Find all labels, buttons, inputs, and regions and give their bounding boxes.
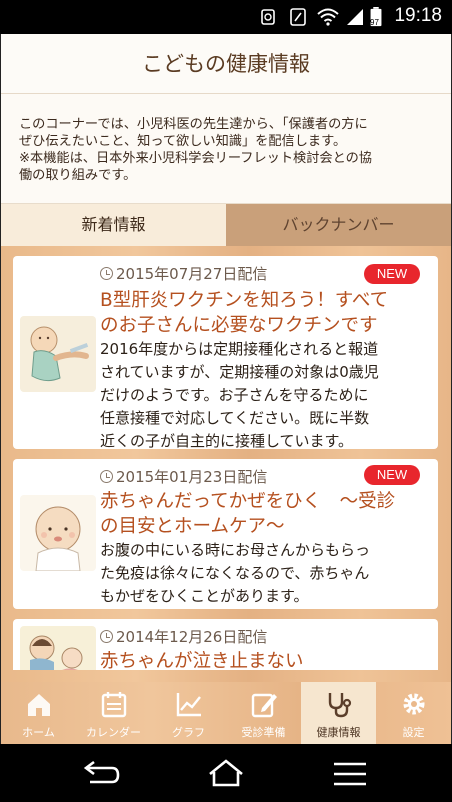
intro-text: このコーナーでは、小児科医の先生達から、「保護者の方に ぜひ伝えたいこと、知って… [19, 116, 439, 184]
summary-line: もかぜをひくことがあります。 [100, 587, 309, 605]
article-title-line: のお子さんに必要なワクチンです [100, 315, 378, 336]
calendar-icon [101, 692, 127, 718]
article-title[interactable]: B型肝炎ワクチンを知ろう！すべて のお子さんに必要なワクチンです [100, 288, 430, 338]
new-badge: NEW [364, 264, 420, 284]
menu-icon[interactable] [330, 761, 370, 787]
wifi-icon [317, 8, 339, 26]
clock-time: 19:18 [394, 5, 442, 26]
nav-label: 健康情報 [316, 726, 361, 739]
summary-line: されていますが、定期接種の対象は0歳児 [100, 363, 379, 381]
article-title-line: の目安とホームケア～ [100, 516, 285, 537]
nfc-icon [290, 8, 306, 26]
back-icon[interactable] [78, 760, 122, 788]
nav-calendar[interactable]: カレンダー [76, 682, 151, 744]
home-button-icon[interactable] [204, 758, 248, 788]
intro-line: 働の取り組みです。 [19, 168, 137, 183]
clock-icon [100, 267, 113, 280]
nav-graph[interactable]: グラフ [151, 682, 226, 744]
clock-icon [100, 630, 113, 643]
summary-line: 任意接種で対応してください。既に半数 [100, 409, 370, 427]
summary-line: だけのようです。お子さんを守るために [100, 386, 369, 404]
article-card[interactable]: 2014年12月26日配信 赤ちゃんが泣き止まない [13, 619, 438, 670]
nav-label: 受診準備 [241, 726, 286, 739]
article-date: 2014年12月26日配信 [100, 626, 267, 647]
signal-icon [347, 9, 363, 25]
graph-icon [176, 693, 201, 717]
article-title-line: B型肝炎ワクチンを知ろう！すべて [100, 290, 389, 311]
article-title-line: 赤ちゃんだってかぜをひく ～受診 [100, 491, 396, 512]
nav-label: グラフ [172, 726, 205, 739]
nav-label: 設定 [402, 726, 425, 739]
article-thumbnail [20, 626, 96, 670]
article-date-text: 2015年01月23日配信 [116, 468, 268, 486]
article-title-line: 赤ちゃんが泣き止まない [100, 651, 304, 670]
battery-level: 97 [370, 18, 379, 27]
article-title[interactable]: 赤ちゃんが泣き止まない [100, 649, 430, 670]
intro-line: ※本機能は、日本外来小児科学会リーフレット検討会との協 [19, 151, 372, 166]
article-card[interactable]: 2015年07月27日配信 NEW B型肝炎ワクチンを知ろう！すべて のお子さん… [13, 256, 438, 449]
pencil-icon [251, 693, 277, 718]
intro-panel: このコーナーでは、小児科医の先生達から、「保護者の方に ぜひ伝えたいこと、知って… [1, 94, 451, 204]
nav-label: ホーム [22, 726, 55, 739]
article-date: 2015年01月23日配信 [100, 466, 267, 487]
system-nav-bar [0, 744, 452, 802]
article-thumbnail [20, 495, 96, 571]
summary-line: 2016年度からは定期接種化されると報道 [100, 340, 379, 358]
article-summary: 2016年度からは定期接種化されると報道 されていますが、定期接種の対象は0歳児… [100, 338, 430, 449]
article-summary: お腹の中にいる時にお母さんからもらっ た免疫は徐々になくなるので、赤ちゃん もか… [100, 539, 430, 608]
tab-back-numbers[interactable]: バックナンバー [226, 204, 451, 246]
crying-baby-illustration [20, 626, 96, 670]
nav-home[interactable]: ホーム [1, 682, 76, 744]
article-title[interactable]: 赤ちゃんだってかぜをひく ～受診 の目安とホームケア～ [100, 489, 430, 539]
intro-line: ぜひ伝えたいこと、知って欲しい知識」を配信します。 [19, 134, 347, 149]
clock-icon [100, 470, 113, 483]
home-icon [28, 694, 50, 716]
nav-settings[interactable]: 設定 [376, 682, 451, 744]
battery-saver-icon [261, 9, 275, 25]
article-thumbnail [20, 316, 96, 392]
nav-health-info[interactable]: 健康情報 [301, 682, 376, 744]
stethoscope-icon [328, 693, 352, 718]
status-bar: 97 19:18 [0, 0, 452, 34]
summary-line: 近くの子が自主的に接種しています。 [100, 432, 354, 449]
app-header: こどもの健康情報 [1, 34, 451, 94]
article-date-text: 2015年07月27日配信 [116, 265, 268, 283]
article-date-text: 2014年12月26日配信 [116, 628, 268, 646]
article-date: 2015年07月27日配信 [100, 263, 267, 284]
nav-visit-prep[interactable]: 受診準備 [226, 682, 301, 744]
tab-latest[interactable]: 新着情報 [1, 204, 226, 246]
intro-line: このコーナーでは、小児科医の先生達から、「保護者の方に [19, 117, 368, 132]
gear-icon [403, 693, 425, 715]
new-badge: NEW [364, 465, 420, 485]
summary-line: た免疫は徐々になくなるので、赤ちゃん [100, 564, 370, 582]
article-list[interactable]: 2015年07月27日配信 NEW B型肝炎ワクチンを知ろう！すべて のお子さん… [13, 256, 438, 670]
bottom-nav: ホーム カレンダー グラフ 受診準備 健康情報 設定 [1, 682, 451, 744]
tab-bar: 新着情報 バックナンバー [1, 204, 451, 246]
baby-face-illustration [20, 495, 96, 571]
article-card[interactable]: 2015年01月23日配信 NEW 赤ちゃんだってかぜをひく ～受診 の目安とホ… [13, 459, 438, 609]
nav-label: カレンダー [86, 726, 141, 739]
summary-line: お腹の中にいる時にお母さんからもらっ [100, 541, 371, 559]
baby-vaccine-illustration [20, 316, 96, 392]
page-title: こどもの健康情報 [142, 52, 310, 76]
